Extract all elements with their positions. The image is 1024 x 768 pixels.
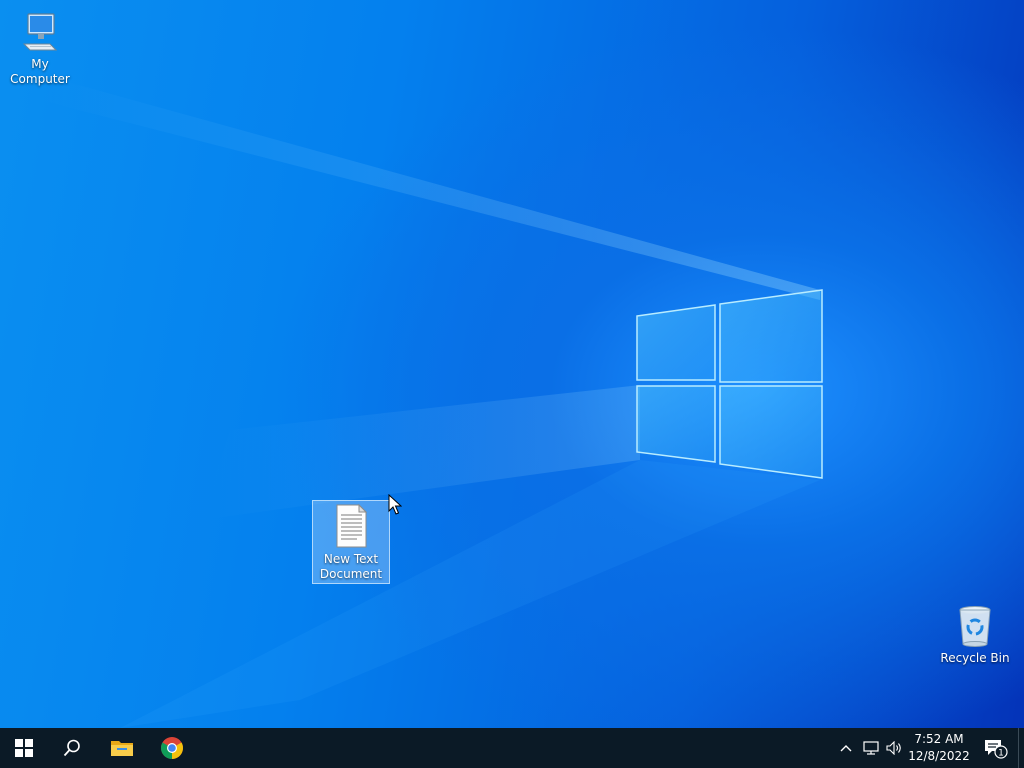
file-explorer-icon [111,741,133,756]
network-icon [863,741,879,755]
volume-button[interactable] [884,728,906,768]
clock-date: 12/8/2022 [908,749,970,763]
computer-icon [22,13,58,51]
desktop-icon-my-computer[interactable]: My Computer [1,8,79,89]
network-button[interactable] [860,728,882,768]
notification-icon: 1 [985,740,1008,759]
desktop-icon-new-text-document[interactable]: New Text Document [312,500,390,584]
search-icon [63,739,80,757]
desktop[interactable]: My Computer New Text Document Recycle Bi… [0,0,1024,728]
clock-time: 7:52 AM [914,732,964,746]
desktop-icon-label: My Computer [10,57,70,86]
start-button[interactable] [0,728,48,768]
show-desktop-button[interactable] [1018,728,1024,768]
desktop-icon-label: Recycle Bin [940,651,1010,665]
taskbar-file-explorer-button[interactable] [98,728,146,768]
action-center-button[interactable]: 1 [978,728,1012,768]
desktop-icon-label: New Text Document [319,552,383,581]
text-document-icon [336,503,368,548]
wallpaper-windows-logo [40,80,823,728]
chevron-up-icon [840,745,852,752]
windows-logo-icon [15,739,33,757]
search-button[interactable] [48,728,96,768]
taskbar-chrome-button[interactable] [148,728,196,768]
recycle-bin-icon [959,606,991,647]
taskbar-clock[interactable]: 7:52 AM 12/8/2022 [906,728,972,768]
desktop-icon-recycle-bin[interactable]: Recycle Bin [936,602,1014,668]
notification-count: 1 [998,749,1004,759]
volume-icon [886,741,901,755]
show-hidden-icons-button[interactable] [836,728,856,768]
taskbar: 7:52 AM 12/8/2022 1 [0,728,1024,768]
mouse-cursor-icon [388,494,402,515]
chrome-icon [161,737,183,759]
